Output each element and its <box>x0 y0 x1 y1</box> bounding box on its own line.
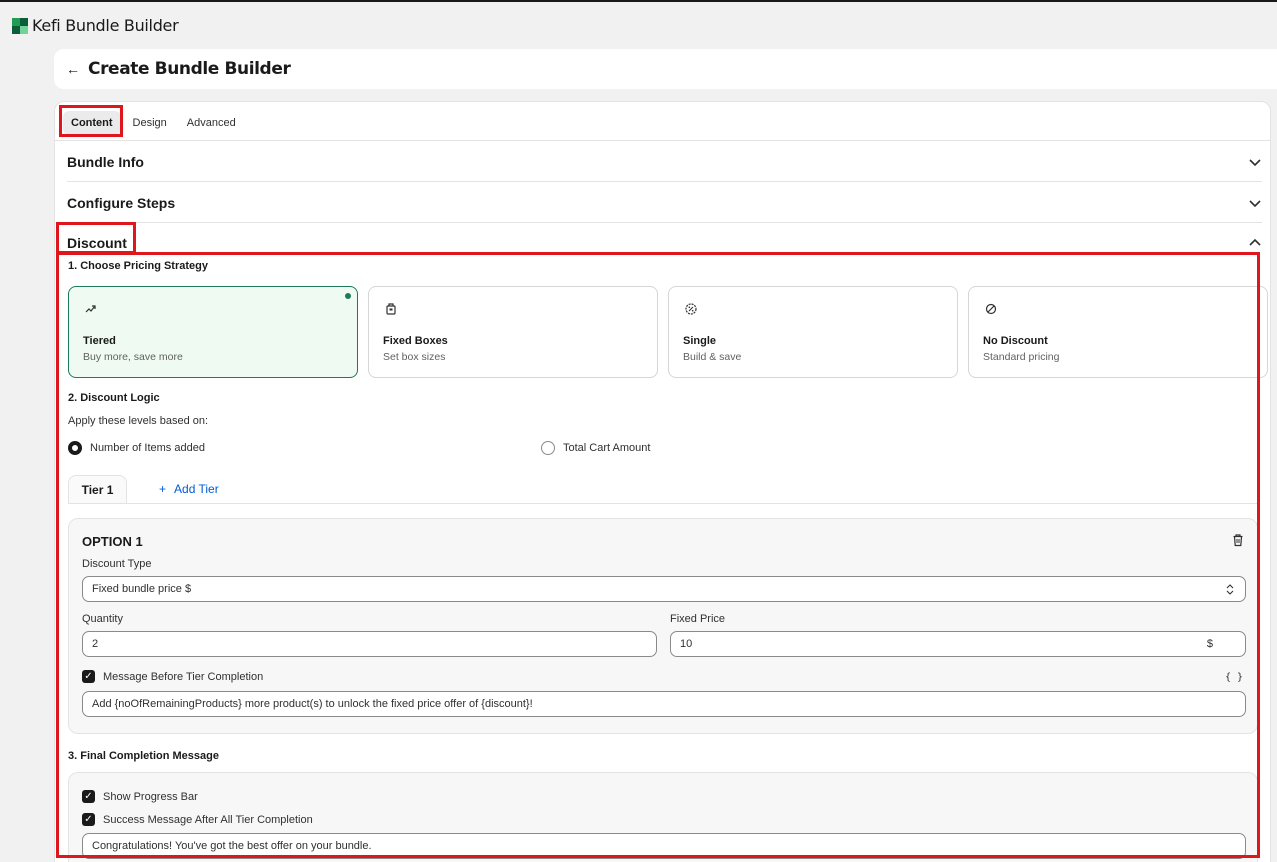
section-title: Discount <box>67 235 127 251</box>
tab-design[interactable]: Design <box>125 111 175 135</box>
checkbox-checked-icon[interactable]: ✓ <box>82 670 95 683</box>
section-title: Bundle Info <box>67 153 144 170</box>
tier-tab-1[interactable]: Tier 1 <box>68 475 127 504</box>
discount-logic-heading: 2. Discount Logic <box>68 392 160 404</box>
add-tier-button[interactable]: + Add Tier <box>159 482 219 496</box>
section-bundle-info[interactable]: Bundle Info <box>67 142 1262 182</box>
strategy-name: Tiered <box>83 335 116 347</box>
tier-option-panel: OPTION 1 Discount Type Fixed bundle pric… <box>68 518 1258 734</box>
tab-bar: Content Design Advanced <box>63 111 244 135</box>
chevron-up-icon <box>1249 238 1261 246</box>
trash-icon[interactable] <box>1231 533 1245 547</box>
section-title: Configure Steps <box>67 194 176 211</box>
box-icon <box>383 301 399 317</box>
strategy-card-fixed-boxes[interactable]: Fixed Boxes Set box sizes <box>368 286 658 378</box>
selected-indicator <box>345 293 351 299</box>
strategy-name: Fixed Boxes <box>383 335 448 347</box>
radio-label: Number of Items added <box>90 442 205 454</box>
message-before-completion-input[interactable]: Add {noOfRemainingProducts} more product… <box>82 691 1246 717</box>
variables-icon[interactable]: { } <box>1225 672 1243 683</box>
add-tier-label: Add Tier <box>174 482 219 496</box>
checkbox-checked-icon[interactable]: ✓ <box>82 813 95 826</box>
checkbox-label: Show Progress Bar <box>103 790 198 803</box>
final-message-heading: 3. Final Completion Message <box>68 750 219 762</box>
tab-content[interactable]: Content <box>63 111 121 135</box>
strategy-card-tiered[interactable]: Tiered Buy more, save more <box>68 286 358 378</box>
checkbox-label: Success Message After All Tier Completio… <box>103 813 313 826</box>
final-message-panel: ✓ Show Progress Bar ✓ Success Message Af… <box>68 772 1258 862</box>
strategy-desc: Buy more, save more <box>83 351 183 363</box>
badge-percent-icon <box>683 301 699 317</box>
discount-type-select[interactable]: Fixed bundle price $ <box>82 576 1246 602</box>
section-configure-steps[interactable]: Configure Steps <box>67 183 1262 223</box>
radio-number-of-items[interactable]: Number of Items added <box>68 441 205 455</box>
radio-circle[interactable] <box>541 441 555 455</box>
strategy-card-single[interactable]: Single Build & save <box>668 286 958 378</box>
chevron-down-icon <box>1249 158 1261 166</box>
fixed-price-input[interactable]: 10 $ <box>670 631 1246 657</box>
strategy-desc: Build & save <box>683 351 742 363</box>
quantity-input[interactable]: 2 <box>82 631 657 657</box>
currency-suffix: $ <box>1206 638 1213 650</box>
quantity-label: Quantity <box>82 613 123 625</box>
plus-icon: + <box>159 482 167 496</box>
tabs-divider <box>55 140 1270 141</box>
builder-card: Content Design Advanced Bundle Info Conf… <box>54 101 1271 862</box>
option-title: OPTION 1 <box>82 534 143 549</box>
tier-divider <box>68 503 1258 504</box>
fixed-price-label: Fixed Price <box>670 613 726 625</box>
chevron-down-icon <box>1249 199 1261 207</box>
quantity-value: 2 <box>92 638 99 650</box>
strategy-desc: Set box sizes <box>383 351 446 363</box>
success-message-checkbox[interactable]: ✓ Success Message After All Tier Complet… <box>82 813 313 826</box>
message-before-completion-checkbox[interactable]: ✓ Message Before Tier Completion <box>82 670 263 683</box>
pricing-strategy-heading: 1. Choose Pricing Strategy <box>68 260 208 272</box>
kefi-logo-icon <box>12 17 28 34</box>
apply-levels-label: Apply these levels based on: <box>68 415 209 427</box>
strategy-name: No Discount <box>983 335 1048 347</box>
strategy-desc: Standard pricing <box>983 351 1060 363</box>
message-value: Add {noOfRemainingProducts} more product… <box>92 698 533 710</box>
strategy-card-no-discount[interactable]: No Discount Standard pricing <box>968 286 1268 378</box>
radio-circle[interactable] <box>68 441 82 455</box>
strategy-name: Single <box>683 335 717 347</box>
page-header: ← Create Bundle Builder <box>54 49 1277 89</box>
radio-total-cart-amount[interactable]: Total Cart Amount <box>541 441 650 455</box>
radio-label: Total Cart Amount <box>563 442 651 454</box>
checkbox-checked-icon[interactable]: ✓ <box>82 790 95 803</box>
discount-type-label: Discount Type <box>82 558 152 570</box>
discount-type-value: Fixed bundle price $ <box>92 583 192 595</box>
ban-icon <box>983 301 999 317</box>
tab-advanced[interactable]: Advanced <box>179 111 244 135</box>
section-discount[interactable]: Discount <box>67 223 1262 263</box>
success-message-value: Congratulations! You've got the best off… <box>92 840 372 852</box>
arrow-left-icon[interactable]: ← <box>66 61 88 77</box>
select-chevron-icon <box>1226 584 1234 595</box>
page-title: Create Bundle Builder <box>88 59 291 79</box>
show-progress-bar-checkbox[interactable]: ✓ Show Progress Bar <box>82 790 198 803</box>
checkbox-label: Message Before Tier Completion <box>103 670 264 683</box>
app-title: Kefi Bundle Builder <box>32 16 179 35</box>
trending-up-icon <box>83 301 99 317</box>
success-message-input[interactable]: Congratulations! You've got the best off… <box>82 833 1246 859</box>
fixed-price-value: 10 <box>680 638 693 650</box>
app-bar: Kefi Bundle Builder <box>0 2 1277 49</box>
